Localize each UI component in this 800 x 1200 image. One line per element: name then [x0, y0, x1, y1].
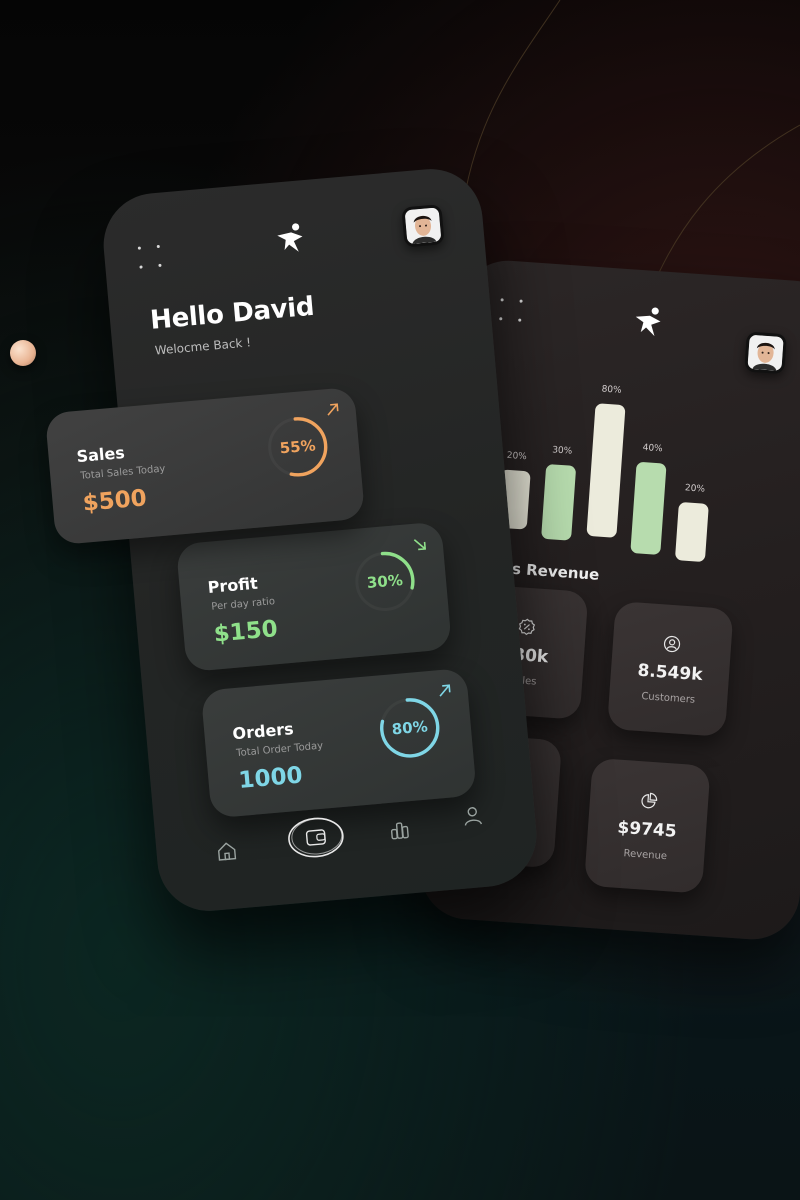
chart-icon[interactable] [387, 817, 413, 843]
trend-up-arrow-icon [439, 684, 451, 697]
chart-data-label: 80% [601, 385, 622, 396]
menu-dots-icon[interactable] [499, 298, 523, 322]
card-subtitle: Per day ratio [210, 596, 276, 613]
wallet-icon[interactable] [284, 813, 348, 862]
card-subtitle: Total Sales Today [79, 463, 166, 482]
chart-bar[interactable] [675, 502, 709, 562]
tile-customers[interactable]: 8.549k Customers [606, 601, 734, 737]
discount-icon [518, 618, 536, 636]
greeting-title: Hello David [148, 291, 316, 336]
sales-revenue-bar-chart: 20% 30% 80% 40% 20% [497, 385, 709, 562]
app-logo-icon [277, 223, 303, 252]
trend-up-arrow-icon [327, 403, 339, 416]
sales-card[interactable]: Sales Total Sales Today $500 55% [44, 386, 366, 546]
progress-percent: 80% [391, 717, 429, 739]
decorative-orb [10, 340, 36, 366]
home-icon[interactable] [214, 838, 240, 864]
tile-label: Revenue [623, 848, 668, 863]
customer-icon [663, 635, 681, 653]
chart-data-label: 20% [685, 483, 706, 494]
greeting-subtitle: Welocme Back ! [154, 335, 252, 358]
chart-data-label: 20% [506, 451, 527, 462]
tile-value: $9745 [616, 817, 678, 842]
profile-icon[interactable] [460, 803, 486, 829]
chart-bar[interactable] [541, 464, 576, 541]
progress-percent: 30% [366, 570, 404, 593]
progress-percent: 55% [279, 436, 317, 458]
chart-bar[interactable] [586, 403, 626, 538]
pie-icon [641, 792, 658, 809]
tile-label: Customers [641, 691, 696, 706]
card-subtitle: Total Order Today [235, 740, 324, 760]
orders-card[interactable]: Orders Total Order Today 1000 80% [200, 667, 477, 819]
card-value: $500 [81, 485, 148, 517]
card-title: Orders [231, 719, 295, 744]
app-logo-icon [635, 307, 661, 337]
chart-data-label: 30% [552, 445, 573, 456]
chart-data-label: 40% [642, 443, 663, 454]
card-title: Sales [75, 442, 126, 467]
tile-revenue[interactable]: $9745 Revenue [583, 757, 711, 894]
profit-card[interactable]: Profit Per day ratio $150 30% [175, 521, 452, 673]
user-avatar[interactable] [744, 331, 787, 375]
chart-bar[interactable] [630, 462, 667, 555]
dashboard-phone-screen: Hello David Welocme Back ! Profit Per da… [99, 164, 541, 916]
trend-down-arrow-icon [413, 539, 427, 551]
tile-value: 8.549k [636, 660, 704, 686]
card-value: 1000 [237, 762, 304, 794]
card-title: Profit [206, 573, 259, 597]
card-value: $150 [212, 616, 279, 648]
user-avatar[interactable] [401, 204, 445, 248]
menu-dots-icon[interactable] [137, 244, 162, 269]
